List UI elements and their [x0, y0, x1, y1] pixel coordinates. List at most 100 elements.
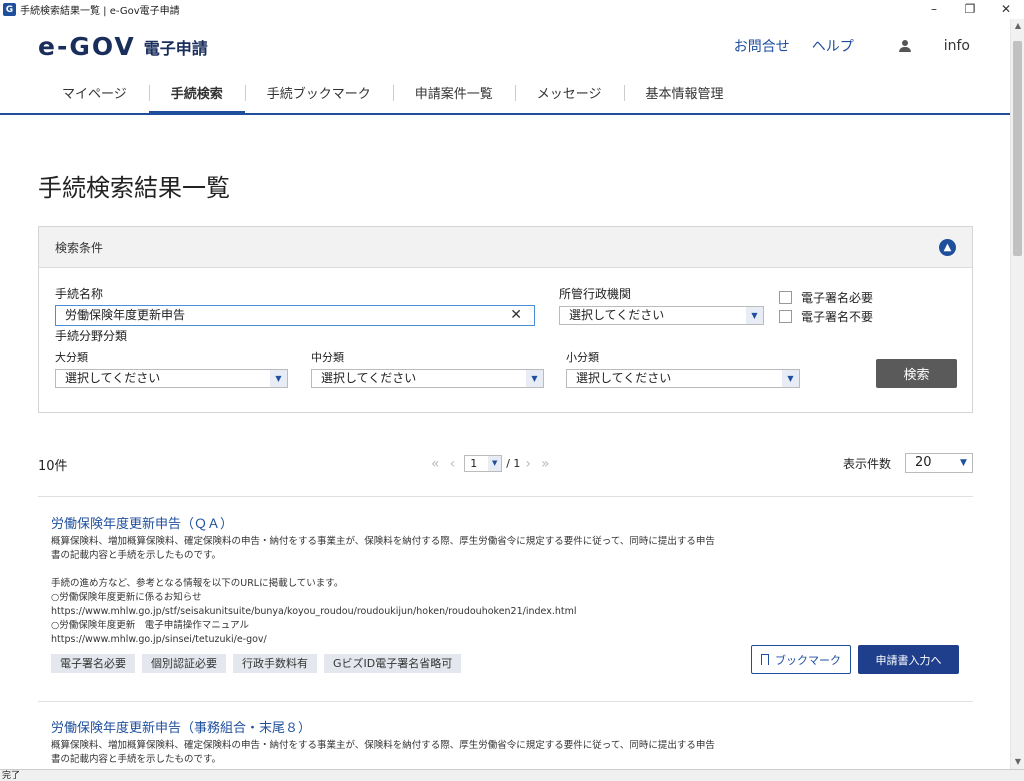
user-menu[interactable]: info [876, 38, 970, 54]
medium-category-label: 中分類 [311, 351, 344, 364]
logo-subtitle: 電子申請 [143, 38, 208, 58]
tab-application-list[interactable]: 申請案件一覧 [392, 71, 515, 113]
per-page-select[interactable]: 20 ▼ [905, 453, 973, 473]
tab-label: 手続検索 [170, 86, 223, 102]
desc-line: 書の記載内容と手続を示したものです。 [51, 754, 222, 765]
close-icon[interactable]: ✕ [988, 0, 1024, 19]
sig-not-required-label: 電子署名不要 [801, 310, 874, 324]
sig-not-required-checkbox[interactable]: 電子署名不要 [779, 308, 873, 325]
category-label: 手続分野分類 [55, 329, 128, 343]
vertical-scrollbar[interactable]: ▲ ▼ [1010, 19, 1024, 769]
chevron-down-icon: ▼ [488, 456, 502, 471]
desc-line: 書の記載内容と手続を示したものです。 [51, 550, 222, 561]
bookmark-label: ブックマーク [775, 653, 841, 667]
status-bar: 完了 [0, 769, 1024, 781]
help-link[interactable]: ヘルプ [812, 36, 854, 56]
egov-logo[interactable]: e-GOV 電子申請 [38, 32, 208, 61]
url-link[interactable]: https://www.mhlw.go.jp/stf/seisakunitsui… [51, 605, 741, 619]
sig-required-checkbox[interactable]: 電子署名必要 [779, 289, 873, 306]
app-icon: G [3, 3, 16, 16]
desc-line: 概算保険料、増加概算保険料、確定保険料の申告・納付をする事業主が、保険料を納付す… [51, 740, 715, 751]
tag: 電子署名必要 [51, 654, 135, 673]
result-tags: 電子署名必要 個別認証必要 行政手数料有 GビズID電子署名省略可 [51, 654, 468, 673]
scroll-up-icon[interactable]: ▲ [1011, 19, 1024, 33]
medium-category-value: 選択してください [321, 371, 417, 385]
result-title[interactable]: 労働保険年度更新申告（ＱＡ） [51, 513, 233, 532]
small-category-select[interactable]: 選択してください ▼ [566, 369, 800, 388]
sig-required-label: 電子署名必要 [801, 291, 874, 305]
agency-select[interactable]: 選択してください ▼ [559, 306, 764, 325]
scroll-down-icon[interactable]: ▼ [1011, 755, 1024, 769]
chevron-down-icon: ▼ [960, 458, 967, 468]
tab-label: メッセージ [536, 86, 602, 102]
per-page-value: 20 [915, 455, 932, 470]
user-name: info [943, 38, 970, 54]
large-category-select[interactable]: 選択してください ▼ [55, 369, 288, 388]
tab-label: 基本情報管理 [645, 86, 724, 102]
small-category-label: 小分類 [566, 351, 599, 364]
medium-category-select[interactable]: 選択してください ▼ [311, 369, 544, 388]
procedure-name-value: 労働保険年度更新申告 [65, 308, 186, 322]
chevron-down-icon: ▼ [782, 370, 799, 387]
result-description: 概算保険料、増加概算保険料、確定保険料の申告・納付をする事業主が、保険料を納付す… [51, 535, 741, 647]
apply-form-button[interactable]: 申請書入力へ [858, 645, 959, 674]
tag: 個別認証必要 [142, 654, 226, 673]
desc-line: 手続の進め方など、参考となる情報を以下のURLに掲載しています。 [51, 578, 344, 589]
main-nav: マイページ 手続検索 手続ブックマーク 申請案件一覧 メッセージ 基本情報管理 [0, 71, 1010, 115]
next-page-icon[interactable]: › [525, 456, 531, 472]
scroll-thumb[interactable] [1013, 41, 1022, 256]
tab-messages[interactable]: メッセージ [514, 71, 624, 113]
search-button[interactable]: 検索 [876, 359, 957, 388]
tab-mypage[interactable]: マイページ [40, 71, 149, 113]
page-select[interactable]: 1 ▼ [464, 455, 503, 472]
page-title: 手続検索結果一覧 [38, 174, 230, 202]
pagination: « ‹ 1 ▼ / 1 › » [426, 455, 555, 472]
chevron-up-icon[interactable]: ▲ [939, 239, 956, 256]
checkbox-icon [779, 310, 792, 323]
tab-procedure-bookmark[interactable]: 手続ブックマーク [244, 71, 393, 113]
page-total: / 1 [506, 457, 521, 470]
desc-line [51, 563, 741, 577]
procedure-name-input[interactable]: 労働保険年度更新申告 ✕ [55, 305, 535, 326]
tab-label: マイページ [62, 86, 127, 102]
clear-icon[interactable]: ✕ [510, 306, 522, 325]
window-controls: – ❐ ✕ [916, 0, 1024, 19]
header-links: お問合せ ヘルプ info [712, 36, 970, 56]
chevron-down-icon: ▼ [270, 370, 287, 387]
restore-icon[interactable]: ❐ [952, 0, 988, 19]
agency-select-value: 選択してください [569, 308, 665, 322]
tab-basic-info[interactable]: 基本情報管理 [623, 71, 746, 113]
minimize-icon[interactable]: – [916, 0, 952, 19]
divider [38, 701, 973, 702]
search-panel-header[interactable]: 検索条件 ▲ [39, 227, 972, 268]
chevron-down-icon: ▼ [526, 370, 543, 387]
page-select-value: 1 [470, 457, 478, 470]
tab-procedure-search[interactable]: 手続検索 [148, 71, 245, 115]
agency-label: 所管行政機関 [559, 287, 632, 301]
url-link[interactable]: https://www.mhlw.go.jp/sinsei/tetuzuki/e… [51, 633, 741, 647]
large-category-value: 選択してください [65, 371, 161, 385]
contact-link[interactable]: お問合せ [734, 36, 790, 56]
divider [38, 496, 973, 497]
chevron-down-icon: ▼ [746, 307, 763, 324]
search-panel: 検索条件 ▲ 手続名称 労働保険年度更新申告 ✕ 所管行政機関 選択してください… [38, 226, 973, 413]
tab-label: 申請案件一覧 [414, 86, 493, 102]
per-page-label: 表示件数 [843, 457, 892, 471]
prev-page-icon[interactable]: ‹ [450, 456, 456, 472]
first-page-icon[interactable]: « [431, 456, 440, 472]
tab-label: 手続ブックマーク [266, 86, 371, 102]
window-title: 手続検索結果一覧 | e-Gov電子申請 [20, 6, 180, 17]
procedure-name-label: 手続名称 [55, 287, 104, 301]
tag: GビズID電子署名省略可 [324, 654, 462, 673]
desc-line: ○労働保険年度更新に係るお知らせ [51, 592, 202, 603]
window-titlebar: G 手続検索結果一覧 | e-Gov電子申請 – ❐ ✕ [0, 0, 1024, 19]
result-title[interactable]: 労働保険年度更新申告（事務組合・末尾８） [51, 717, 311, 736]
desc-line: ○労働保険年度更新 電子申請操作マニュアル [51, 620, 250, 631]
result-count: 10件 [38, 459, 68, 474]
small-category-value: 選択してください [576, 371, 672, 385]
bookmark-button[interactable]: ブックマーク [751, 645, 851, 674]
result-description: 概算保険料、増加概算保険料、確定保険料の申告・納付をする事業主が、保険料を納付す… [51, 739, 741, 767]
last-page-icon[interactable]: » [541, 456, 550, 472]
large-category-label: 大分類 [55, 351, 88, 364]
tag: 行政手数料有 [233, 654, 317, 673]
